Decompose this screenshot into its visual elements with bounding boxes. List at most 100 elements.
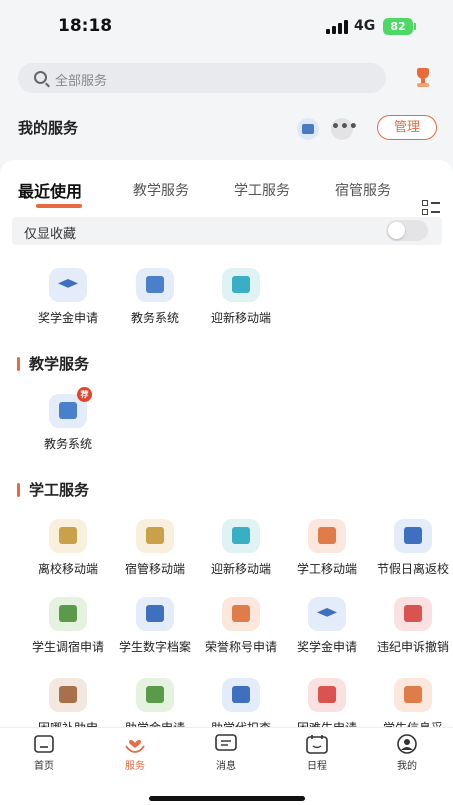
- info-collect-icon: [394, 678, 432, 712]
- search-input[interactable]: 全部服务: [18, 63, 386, 93]
- grant-icon: [136, 678, 174, 712]
- deduct-icon: [222, 678, 260, 712]
- status-time: 18:18: [58, 16, 113, 36]
- calendar-icon: [306, 734, 328, 754]
- service-tile[interactable]: 离校移动端: [24, 519, 112, 578]
- message-icon: [215, 734, 237, 754]
- status-bar: 18:18 4G 82: [0, 0, 453, 56]
- service-tile-label: 学生调宿申请: [31, 640, 104, 654]
- nav-messages[interactable]: 消息: [196, 734, 256, 772]
- medal-icon: [222, 597, 260, 631]
- tab-dormitory[interactable]: 宿管服务: [335, 180, 391, 200]
- service-tile-label: 困哪补助申: [24, 720, 112, 727]
- tab-student-affairs[interactable]: 学工服务: [234, 180, 290, 200]
- home-icon: [33, 734, 55, 754]
- service-tile-label: 学生数字档案: [118, 640, 191, 654]
- service-tile[interactable]: 学生信息采: [369, 678, 453, 727]
- nav-messages-label: 消息: [216, 761, 236, 772]
- nav-services[interactable]: 服务: [105, 734, 165, 772]
- nav-profile-label: 我的: [397, 761, 417, 772]
- hardship-icon: [308, 678, 346, 712]
- signal-icon: [326, 20, 348, 34]
- favorites-only-label: 仅显收藏: [24, 227, 77, 242]
- archive-icon: [136, 597, 174, 631]
- warning-icon: [394, 597, 432, 631]
- leave-school-icon: [49, 519, 87, 553]
- service-tile[interactable]: 迎新移动端: [197, 519, 285, 578]
- service-tile[interactable]: 荐教务系统: [24, 387, 112, 453]
- favorites-only-row: 仅显收藏: [12, 217, 442, 245]
- trophy-icon[interactable]: [414, 68, 432, 88]
- service-tile-label: 荣誉称号申请: [204, 640, 277, 654]
- graduation-cap-icon: [308, 597, 346, 631]
- service-tile[interactable]: 困哪补助申: [24, 678, 112, 727]
- service-tile[interactable]: 宿管移动端: [111, 519, 199, 578]
- heart-hands-icon: [124, 734, 146, 754]
- nav-home[interactable]: 首页: [14, 734, 74, 772]
- service-tile-label: 奖学金申请: [296, 640, 357, 654]
- manage-button[interactable]: 管理: [377, 115, 437, 140]
- profile-icon: [396, 734, 418, 754]
- service-tile-label: 教务系统: [130, 311, 179, 325]
- service-tile[interactable]: 迎新移动端: [197, 268, 285, 327]
- service-tile-label: 迎新移动端: [210, 562, 271, 576]
- service-tile-label: 教务系统: [43, 437, 92, 451]
- service-tile[interactable]: 违纪申诉撤销: [369, 597, 453, 656]
- bottom-nav: 首页 服务 消息 日程 我的: [0, 727, 453, 805]
- service-tile-label: 助学金申请: [111, 720, 199, 727]
- dormitory-icon: [136, 519, 174, 553]
- map-book-icon: [136, 268, 174, 302]
- service-tile[interactable]: 学工移动端: [283, 519, 371, 578]
- search-placeholder: 全部服务: [55, 74, 108, 89]
- service-tile-label: 奖学金申请: [37, 311, 98, 325]
- service-tile[interactable]: 助学金申请: [111, 678, 199, 727]
- service-tile-label: 学生信息采: [369, 720, 453, 727]
- nav-profile[interactable]: 我的: [377, 734, 437, 772]
- network-type: 4G: [354, 18, 376, 34]
- holiday-icon: [394, 519, 432, 553]
- favorites-only-toggle[interactable]: [386, 220, 428, 241]
- battery-icon: 82: [383, 18, 416, 35]
- home-indicator: [149, 796, 305, 801]
- my-services-title: 我的服务: [18, 119, 79, 137]
- service-tile-label: 离校移动端: [37, 562, 98, 576]
- nav-services-label: 服务: [125, 761, 145, 772]
- student-affairs-section-title: 学工服务: [16, 479, 89, 500]
- teaching-section-title: 教学服务: [16, 353, 89, 374]
- map-book-icon: 荐: [49, 387, 92, 428]
- service-tile[interactable]: 奖学金申请: [24, 268, 112, 327]
- recommend-badge: 荐: [77, 387, 92, 402]
- student-card-icon: [308, 519, 346, 553]
- service-tile-label: 违纪申诉撤销: [376, 640, 449, 654]
- welcome-card-icon: [222, 268, 260, 302]
- service-tile[interactable]: 奖学金申请: [283, 597, 371, 656]
- search-icon: [34, 71, 47, 84]
- service-tile-label: 宿管移动端: [124, 562, 185, 576]
- nav-schedule-label: 日程: [307, 761, 327, 772]
- services-panel: 最近使用 教学服务 学工服务 宿管服务 仅显收藏 奖学金申请 教务系统 迎新移动端 …: [0, 160, 453, 727]
- nav-schedule[interactable]: 日程: [287, 734, 347, 772]
- tab-teaching[interactable]: 教学服务: [133, 180, 189, 200]
- my-service-book-icon[interactable]: [297, 118, 319, 140]
- aid-form-icon: [49, 678, 87, 712]
- service-tile[interactable]: 学生调宿申请: [24, 597, 112, 656]
- edit-doc-icon: [49, 597, 87, 631]
- active-tab-indicator: [36, 204, 82, 208]
- service-tile-label: 助学代扣查: [197, 720, 285, 727]
- service-tile-label: 困难生申请: [283, 720, 371, 727]
- tab-recent[interactable]: 最近使用: [18, 178, 82, 202]
- service-tile-label: 学工移动端: [296, 562, 357, 576]
- service-tile[interactable]: 学生数字档案: [111, 597, 199, 656]
- graduation-cap-icon: [49, 268, 87, 302]
- nav-home-label: 首页: [34, 761, 54, 772]
- service-tile[interactable]: 教务系统: [111, 268, 199, 327]
- welcome-card-icon: [222, 519, 260, 553]
- header-card: 全部服务 我的服务 ••• 管理: [0, 56, 453, 156]
- grid-list-icon[interactable]: [422, 200, 440, 216]
- service-tile[interactable]: 节假日离返校: [369, 519, 453, 578]
- service-tile[interactable]: 困难生申请: [283, 678, 371, 727]
- service-tile[interactable]: 荣誉称号申请: [197, 597, 285, 656]
- more-icon[interactable]: •••: [331, 118, 358, 140]
- service-tile[interactable]: 助学代扣查: [197, 678, 285, 727]
- service-tile-label: 迎新移动端: [210, 311, 271, 325]
